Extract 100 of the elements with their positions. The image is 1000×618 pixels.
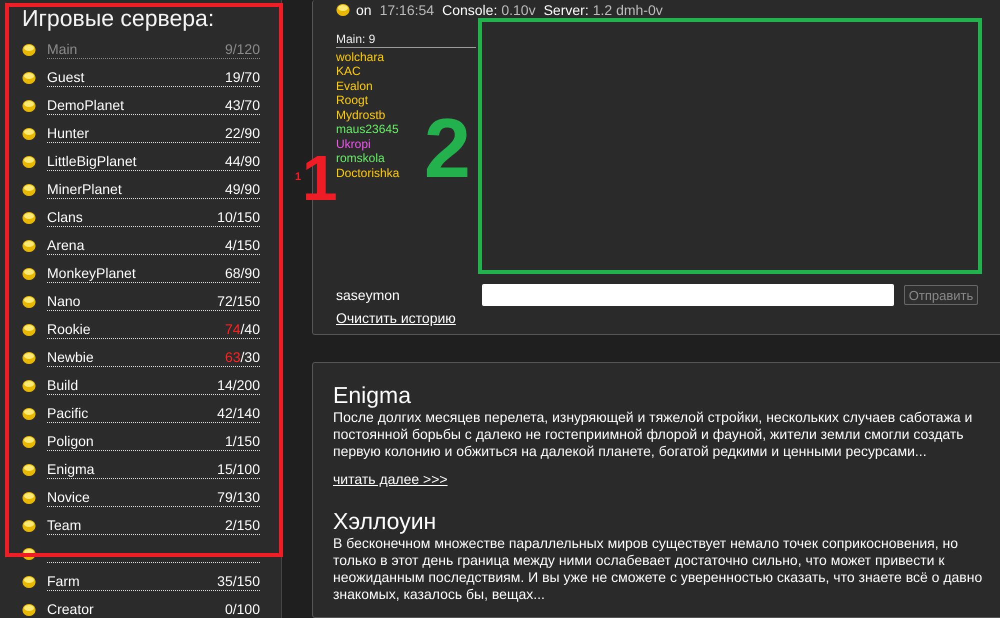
server-name: Main: [47, 41, 78, 58]
server-link[interactable]: Enigma 15/100: [47, 461, 260, 479]
server-link[interactable]: MinerPlanet 49/90: [47, 181, 260, 199]
user-name: Mydrostb: [336, 108, 386, 122]
server-link[interactable]: LittleBigPlanet 44/90: [47, 153, 260, 171]
console-label: Console:: [442, 2, 498, 18]
status-dot-icon: [22, 127, 36, 141]
annotation-number: 2: [424, 106, 471, 190]
status-dot-icon: [22, 547, 36, 561]
player-count: 63/30: [224, 349, 260, 366]
player-count: 44/90: [224, 153, 260, 170]
status-dot-icon: [22, 351, 36, 365]
player-count: 42/140: [217, 405, 260, 422]
news-text: В бесконечном множестве параллельных миров существует немало точек соприкосновения, но только в этот день граница между ними ослабевает достаточно сильно, что может привести к неожиданным последствиям. И вы уже не сможете с уверенностью сказать, что знаете всё о давно знакомых, казалось бы, вещах...: [333, 535, 984, 603]
sidebar-title: Игровые сервера:: [22, 4, 216, 32]
annotation-number: 1: [302, 146, 338, 210]
player-count: 43/70: [224, 97, 260, 114]
server-name: Enigma: [47, 461, 94, 478]
player-count: 1/150: [224, 433, 260, 450]
server-name: Build: [47, 377, 78, 394]
server-link[interactable]: Poligon 1/150: [47, 433, 260, 451]
user-name: Ukropi: [336, 136, 372, 151]
player-count: 74/40: [224, 321, 260, 338]
status-dot-icon: [22, 323, 36, 337]
status-dot-icon: [22, 99, 36, 113]
server-name: DemoPlanet: [47, 97, 124, 114]
status-dot-icon: [22, 435, 36, 449]
status-dot-icon: [22, 183, 36, 197]
player-count: 15/100: [217, 461, 260, 478]
status-dot-icon: [22, 463, 36, 477]
status-dot-icon: [22, 267, 36, 281]
console-version: 0.10v: [501, 2, 536, 18]
player-count: 35/150: [217, 573, 260, 590]
player-count: 14/200: [217, 377, 260, 394]
status-dot-icon: [22, 239, 36, 253]
message-input[interactable]: [482, 284, 894, 306]
server-link[interactable]: Newbie 63/30: [47, 349, 260, 367]
server-name: Creator: [47, 601, 94, 618]
status-dot-icon: [22, 295, 36, 309]
server-link[interactable]: Build 14/200: [47, 377, 260, 395]
server-link[interactable]: Hunter 22/90: [47, 125, 260, 143]
server-name: MinerPlanet: [47, 181, 122, 198]
server-name: Newbie: [47, 349, 94, 366]
server-link[interactable]: Novice 79/130: [47, 489, 260, 507]
server-name: Poligon: [47, 433, 94, 450]
player-count: 49/90: [224, 181, 260, 198]
status-dot-icon: [22, 379, 36, 393]
users-heading: Main: 9: [336, 32, 476, 48]
clock-time: 17:16:54: [380, 2, 434, 18]
user-name: Roogt: [336, 93, 370, 108]
player-count: 79/130: [217, 489, 260, 506]
server-name: Rookie: [47, 321, 91, 338]
server-name: LittleBigPlanet: [47, 153, 137, 170]
server-name: Team: [47, 517, 82, 534]
server-link[interactable]: Team 2/150: [47, 517, 260, 535]
status-dot-icon: [22, 603, 36, 617]
server-link[interactable]: Farm 35/150: [47, 573, 260, 591]
server-link[interactable]: Pacific 42/140: [47, 405, 260, 423]
server-link[interactable]: Arena 4/150: [47, 237, 260, 255]
read-more-link[interactable]: читать далее >>>: [333, 471, 448, 487]
user-name: maus23645: [336, 122, 400, 136]
player-count: 2/150: [224, 517, 260, 534]
server-name: Pacific: [47, 405, 88, 422]
news-title: Enigma: [333, 381, 412, 409]
news-text: После долгих месяцев перелета, изнуряющей и тяжелой стройки, нескольких случаев саботажа и постоянной борьбы с далеко не гостеприимной флорой и фауной, жители земли смогли создать первую колонию и обжиться на далекой планете, богатой редкими и ценными ресурсами...: [333, 409, 974, 460]
user-name: wolchara: [336, 50, 386, 64]
player-count: 9/120: [224, 41, 260, 58]
server-name: Novice: [47, 489, 90, 506]
server-label: Server:: [544, 2, 589, 18]
annotation-number: 1: [295, 172, 302, 183]
player-count: 0/100: [224, 601, 260, 618]
status-dot-icon: [22, 43, 36, 57]
player-count: 19/70: [224, 69, 260, 86]
server-name: Nano: [47, 293, 80, 310]
user-name: romskola: [336, 151, 386, 166]
server-link[interactable]: Creator 0/100: [47, 601, 260, 618]
server-link[interactable]: MonkeyPlanet 68/90: [47, 265, 260, 283]
server-link[interactable]: DemoPlanet 43/70: [47, 97, 260, 115]
server-link[interactable]: Guest 19/70: [47, 69, 260, 87]
status-dot-icon: [22, 575, 36, 589]
clear-history-link[interactable]: Очистить историю: [336, 310, 456, 326]
player-count: 68/90: [224, 265, 260, 282]
server-name: Hunter: [47, 125, 90, 142]
news-title: Хэллоуин: [333, 507, 438, 535]
user-name: KAC: [336, 64, 362, 78]
server-link[interactable]: Rookie 74/40: [47, 321, 260, 339]
server-name: Arena: [47, 237, 84, 254]
status-dot-icon: [22, 71, 36, 85]
user-name: Doctorishka: [336, 166, 400, 180]
server-name: Farm: [47, 573, 80, 590]
user-name: Evalon: [336, 78, 374, 93]
server-state: on: [356, 2, 372, 18]
server-name: Clans: [47, 209, 83, 226]
server-link[interactable]: Nano 72/150: [47, 293, 260, 311]
server-name: MonkeyPlanet: [47, 265, 136, 282]
player-count: 4/150: [224, 237, 260, 254]
server-link[interactable]: Clans 10/150: [47, 209, 260, 227]
status-dot-icon: [22, 519, 36, 533]
server-name: Guest: [47, 69, 84, 86]
status-dot-icon: [22, 211, 36, 225]
